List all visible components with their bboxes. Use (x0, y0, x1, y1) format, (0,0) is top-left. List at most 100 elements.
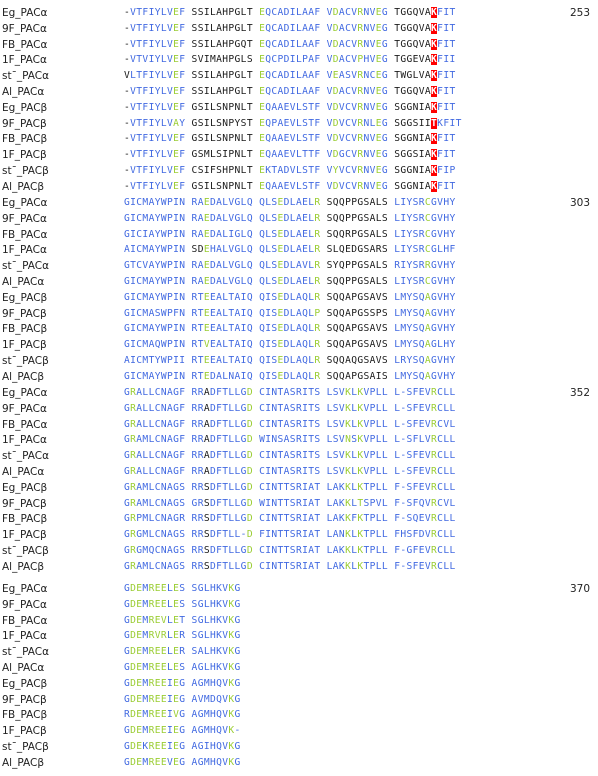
residue: G (234, 709, 241, 721)
sequence-residues: -VTFIYLVEF SSILAHPGQT EQCADILAAF VDACVRN… (124, 38, 456, 52)
alignment-row: 1F_PACα -VTVIYLVEF SVIMAHPGLS EQCPDILPAF … (0, 53, 598, 69)
sequence-residues: GDEMREELES SGLHKVKG (124, 582, 241, 596)
residue: G (234, 756, 241, 768)
sequence-residues: -VTFIYLVEF GSILSNPNLT EQAAEVLSTF VDVCVRN… (124, 180, 456, 194)
sequence-residues: GRALLCNAGF RRADFTLLGD CINTASRITS LSVKLKV… (124, 465, 456, 479)
residue: G (234, 598, 241, 610)
residue: Y (449, 355, 456, 366)
sequence-residues: GRALLCNAGF RRADFTLLGD CINTASRITS LSVKLKV… (124, 418, 456, 432)
residue: F (449, 244, 456, 256)
sequence-name: 1F_PACα (2, 244, 47, 257)
alignment-row: 9F_PACβ GICMASWPFN RTEEALTAIQ QISEDLAQLP … (0, 307, 598, 323)
sequence-residues: GICIAYWPIN RAEDALIGLQ QLSEDLAELR SQQRPGS… (124, 228, 456, 242)
alignment-row: Eg_PACα GRALLCNAGF RRADFTLLGD CINTASRITS … (0, 386, 598, 402)
sequence-name: stˉ_PACβ (2, 355, 49, 367)
alignment-block: 253 Eg_PACα -VTFIYLVEF SSILAHPGLT EQCADILA… (0, 6, 598, 200)
sequence-residues: GICMAYWPIN RTEDALNAIQ QISEDLAQLR SQQAPGS… (124, 370, 456, 384)
sequence-name: stˉ_PACα (2, 260, 49, 273)
alignment-row: 9F_PACα -VTFIYLVEF SSILAHPGLT EQCADILAAF … (0, 22, 598, 38)
sequence-name: 9F_PACα (2, 22, 47, 35)
alignment-row: 9F_PACα GDEMREELES SGLHKVKG (0, 598, 598, 614)
sequence-name: 9F_PACα (2, 598, 47, 611)
alignment-row: stˉ_PACα GRALLCNAGF RRADFTLLGD CINTASRITS… (0, 449, 598, 465)
sequence-residues: -VTFIYLVEF GSILSNPNLT EQAAEVLSTF VDVCVRN… (124, 132, 456, 146)
sequence-name: Al_PACα (2, 86, 45, 98)
residue: L (449, 497, 456, 509)
residue: Y (449, 228, 456, 240)
sequence-residues: GICMAYWPIN RAEDALVGLQ QLSEDLAELR SQQPPGS… (124, 275, 456, 289)
alignment-row: FB_PACα GRALLCNAGF RRADFTLLGD CINTASRITS … (0, 418, 598, 434)
residue: G (234, 693, 241, 705)
sequence-residues: GRALLCNAGF RRADFTLLGD CINTASRITS LSVKLKV… (124, 402, 456, 416)
sequence-name: FB_PACβ (2, 133, 48, 146)
alignment-row: Al_PACβ GICMAYWPIN RTEDALNAIQ QISEDLAQLR … (0, 370, 598, 386)
sequence-name: FB_PACα (2, 418, 48, 431)
sequence-name: FB_PACβ (2, 513, 48, 526)
alignment-row: Al_PACβ -VTFIYLVEF GSILSNPNLT EQAAEVLSTF … (0, 180, 598, 196)
residue: L (449, 560, 456, 572)
alignment-row: FB_PACβ RDEMREEIVG AGMHQVKG (0, 708, 598, 724)
sequence-name: 1F_PACα (2, 54, 47, 67)
residue: T (449, 133, 456, 145)
sequence-name: Eg_PACα (2, 583, 48, 595)
alignment-row: Al_PACα -VTFIYLVEF SSILAHPGLT EQCADILAAF … (0, 85, 598, 101)
residue: Y (449, 197, 456, 208)
alignment-row: 9F_PACβ GDEMREEIEG AVMDQVKG (0, 693, 598, 709)
alignment-row: FB_PACβ GICMAYWPIN RTEEALTAIQ QISEDLAQLR … (0, 322, 598, 338)
residue: T (449, 149, 456, 161)
sequence-name: Eg_PACβ (2, 101, 48, 114)
residue: L (449, 481, 456, 493)
alignment-block: 370 Eg_PACα GDEMREELES SGLHKVKG 9F_PACα GDEM… (0, 582, 598, 776)
sequence-residues: GRAMLCNAGS RRSDFTLLGD CINTTSRIAT LAKKLKT… (124, 560, 456, 574)
sequence-residues: GICMAYWPIN RTEEALTAIQ QISEDLAQLR SQQAPGS… (124, 291, 456, 305)
sequence-residues: -VTFIYLVEF SSILAHPGLT EQCADILAAF VDACVRN… (124, 22, 456, 36)
sequence-residues: GRAMLCNAGS RRSDFTLLGD CINTTSRIAT LAKKLKT… (124, 481, 456, 495)
sequence-name: 9F_PACβ (2, 307, 47, 320)
sequence-name: FB_PACα (2, 228, 48, 241)
alignment-row: stˉ_PACα GTCVAYWPIN RAEDALVGLQ QLSEDLAVLR… (0, 259, 598, 275)
sequence-residues: -VTFIYLVEF CSIFSHPNLT EKTADVLSTF VYVCVRN… (124, 164, 456, 178)
alignment-row: Eg_PACβ GRAMLCNAGS RRSDFTLLGD CINTTSRIAT … (0, 481, 598, 497)
alignment-row: Al_PACβ GDEMREEVEG AGMHQVKG (0, 756, 598, 772)
residue: L (449, 387, 456, 398)
sequence-residues: GRALLCNAGF RRADFTLLGD CINTASRITS LSVKLKV… (124, 449, 456, 463)
residue: T (449, 86, 456, 97)
alignment-row: Eg_PACα GDEMREELES SGLHKVKG (0, 582, 598, 598)
alignment-row: Al_PACα GDEMREELES AGLHKVKG (0, 661, 598, 677)
alignment-row: FB_PACα GDEMREVLET SGLHKVKG (0, 614, 598, 630)
alignment-row: Eg_PACβ -VTFIYLVEF GSILSNPNLT EQAAEVLSTF … (0, 101, 598, 117)
sequence-name: Eg_PACβ (2, 481, 48, 494)
residue: Y (449, 276, 456, 287)
sequence-residues: GDEMREEVEG AGMHQVKG (124, 756, 241, 770)
sequence-name: FB_PACβ (2, 323, 48, 336)
sequence-residues: -VTFIYLVEF GSMLSIPNLT EQAAEVLTTF VDGCVRN… (124, 148, 456, 162)
sequence-residues: GRALLCNAGF RRADFTLLGD CINTASRITS LSVKLKV… (124, 386, 456, 400)
sequence-residues: GICMAQWPIN RTVEALTAIQ QISEDLAQLR SQQAPGS… (124, 338, 456, 352)
sequence-residues: GRGMQCNAGS RRSDFTLLGD CINTTSRIAT LAKKLKT… (124, 544, 456, 558)
sequence-residues: -VTVIYLVEF SVIMAHPGLS EQCPDILPAF VDACVPH… (124, 53, 456, 67)
sequence-name: stˉ_PACβ (2, 165, 49, 177)
sequence-name: 1F_PACα (2, 434, 47, 447)
sequence-residues: GICMAYWPIN RTEEALTAIQ QISEDLAQLR SQQAPGS… (124, 322, 456, 336)
residue: T (449, 101, 456, 113)
sequence-name: 9F_PACβ (2, 693, 47, 706)
sequence-residues: GDEMREELES SGLHKVKG (124, 598, 241, 612)
residue: G (234, 662, 241, 673)
sequence-name: stˉ_PACβ (2, 741, 49, 753)
alignment-row: 9F_PACβ GRAMLCNAGS GRSDFTLLGD WINTTSRIAT … (0, 497, 598, 513)
alignment-row: 1F_PACβ GDEMREEIEG AGMHQVK- (0, 724, 598, 740)
residue: Y (449, 370, 456, 382)
sequence-name: Eg_PACβ (2, 291, 48, 304)
residue: T (449, 38, 456, 50)
sequence-name: 1F_PACβ (2, 529, 47, 542)
alignment-row: Al_PACα GRALLCNAGF RRADFTLLGD CINTASRITS … (0, 465, 598, 481)
sequence-name: Eg_PACα (2, 387, 48, 399)
sequence-residues: GICMASWPFN RTEEALTAIQ QISEDLAQLP SQQAPGS… (124, 307, 456, 321)
residue: L (449, 402, 456, 414)
sequence-residues: GDEMREELER SALHKVKG (124, 645, 241, 659)
residue: L (449, 466, 456, 477)
residue: G (234, 741, 241, 752)
alignment-row: Al_PACβ GRAMLCNAGS RRSDFTLLGD CINTTSRIAT … (0, 560, 598, 576)
residue: Y (449, 339, 456, 351)
alignment-row: FB_PACα GICIAYWPIN RAEDALIGLQ QLSEDLAELR … (0, 228, 598, 244)
